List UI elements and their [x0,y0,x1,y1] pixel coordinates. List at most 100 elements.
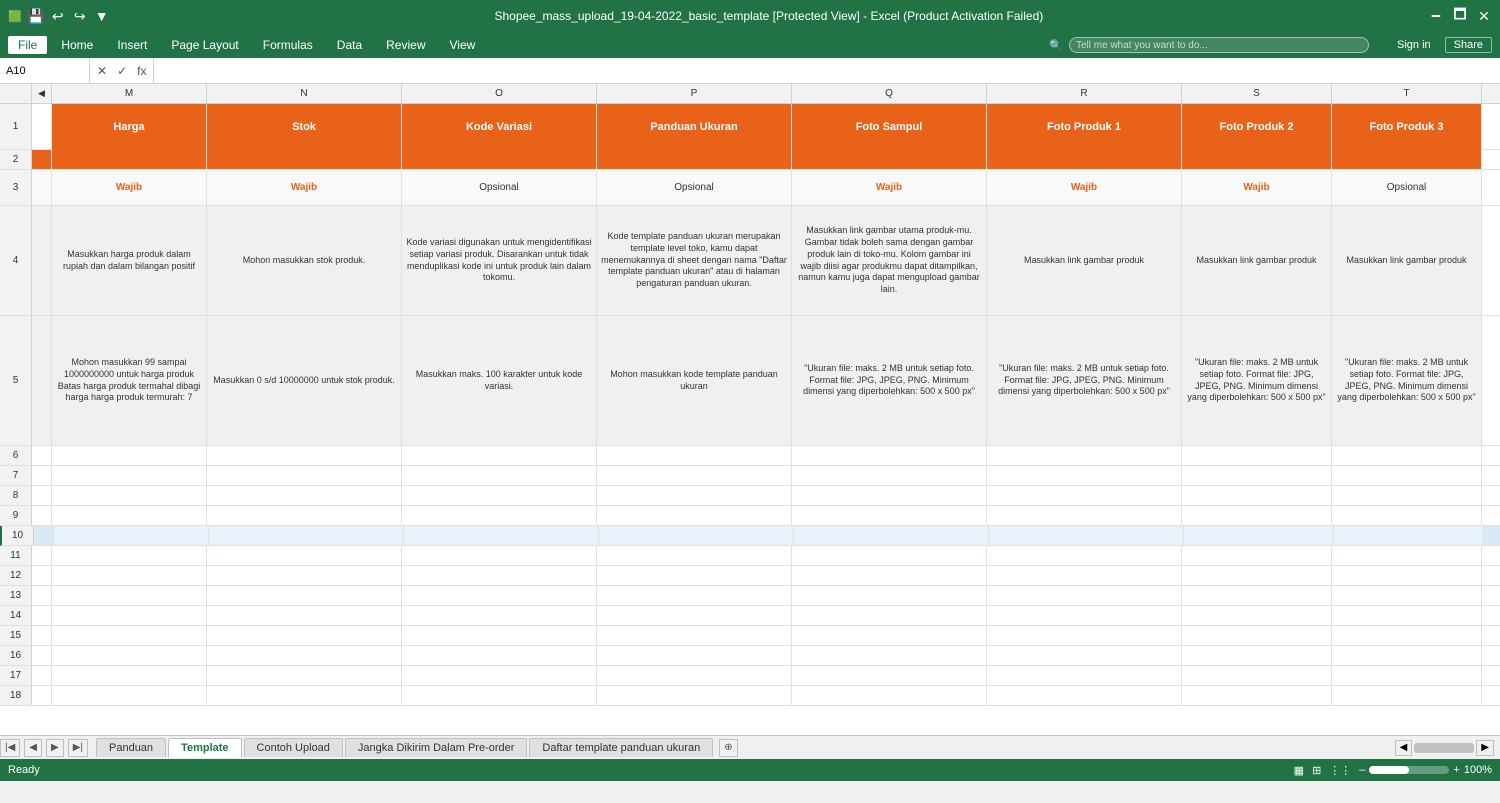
menu-page-layout[interactable]: Page Layout [161,36,248,54]
cell-q6[interactable] [792,446,987,465]
col-header-m[interactable]: M [52,84,207,103]
cell-s6[interactable] [1182,446,1332,465]
cell-s1[interactable]: Foto Produk 2 [1182,104,1332,150]
zoom-control[interactable]: – + 100% [1359,764,1492,776]
col-header-p[interactable]: P [597,84,792,103]
cell-p1[interactable]: Panduan Ukuran [597,104,792,150]
cell-p6[interactable] [597,446,792,465]
scrollbar-thumb[interactable] [1414,743,1474,753]
add-sheet-btn[interactable]: ⊕ [719,739,737,757]
menu-home[interactable]: Home [51,36,103,54]
cell-r2[interactable] [987,150,1182,169]
cell-t2[interactable] [1332,150,1482,169]
sheet-tab-template[interactable]: Template [168,738,241,758]
cell-s3[interactable]: Wajib [1182,170,1332,205]
menu-view[interactable]: View [440,36,486,54]
cell-t4[interactable]: Masukkan link gambar produk [1332,206,1482,315]
cell-n5[interactable]: Masukkan 0 s/d 10000000 untuk stok produ… [207,316,402,445]
cell-m1[interactable]: Harga [52,104,207,150]
view-layout-icon[interactable]: ⊞ [1312,764,1321,777]
cell-o1[interactable]: Kode Variasi [402,104,597,150]
cell-q1[interactable]: Foto Sampul [792,104,987,150]
menu-file[interactable]: File [8,36,47,54]
cell-s4[interactable]: Masukkan link gambar produk [1182,206,1332,315]
cell-s5[interactable]: "Ukuran file: maks. 2 MB untuk setiap fo… [1182,316,1332,445]
scroll-right-btn[interactable]: ▶ [1476,740,1494,756]
cell-m7[interactable] [52,466,207,485]
cell-n3[interactable]: Wajib [207,170,402,205]
view-normal-icon[interactable]: ▦ [1294,764,1304,777]
sheet-tab-panduan[interactable]: Panduan [96,738,166,757]
cell-t1[interactable]: Foto Produk 3 [1332,104,1482,150]
cell-o2[interactable] [402,150,597,169]
cell-p4[interactable]: Kode template panduan ukuran merupakan t… [597,206,792,315]
menu-insert[interactable]: Insert [107,36,157,54]
sheet-tab-preorder[interactable]: Jangka Dikirim Dalam Pre-order [345,738,528,757]
zoom-minus-btn[interactable]: – [1359,764,1365,776]
scroll-left-btn[interactable]: ◀ [1395,740,1413,756]
cell-q4[interactable]: Masukkan link gambar utama produk-mu. Ga… [792,206,987,315]
col-header-q[interactable]: Q [792,84,987,103]
cell-n1[interactable]: Stok [207,104,402,150]
tab-first-btn[interactable]: |◀ [0,739,20,757]
confirm-formula-btn[interactable]: ✓ [114,64,130,78]
menu-review[interactable]: Review [376,36,435,54]
cell-p2[interactable] [597,150,792,169]
cell-r3[interactable]: Wajib [987,170,1182,205]
cell-p5[interactable]: Mohon masukkan kode template panduan uku… [597,316,792,445]
col-header-r[interactable]: R [987,84,1182,103]
close-btn[interactable]: ✕ [1476,8,1492,24]
cell-q5[interactable]: "Ukuran file: maks. 2 MB untuk setiap fo… [792,316,987,445]
cell-m2[interactable] [52,150,207,169]
cell-o5[interactable]: Masukkan maks. 100 karakter untuk kode v… [402,316,597,445]
cell-q3[interactable]: Wajib [792,170,987,205]
insert-function-btn[interactable]: fx [134,64,149,78]
cell-m3[interactable]: Wajib [52,170,207,205]
cell-t3[interactable]: Opsional [1332,170,1482,205]
view-break-icon[interactable]: ⋮⋮ [1329,764,1351,777]
cell-s2[interactable] [1182,150,1332,169]
col-header-s[interactable]: S [1182,84,1332,103]
cell-n2[interactable] [207,150,402,169]
sign-in-btn[interactable]: Sign in [1397,39,1431,51]
zoom-plus-btn[interactable]: + [1453,764,1459,776]
col-header-t[interactable]: T [1332,84,1482,103]
col-header-o[interactable]: O [402,84,597,103]
cell-n6[interactable] [207,446,402,465]
sheet-tab-contoh[interactable]: Contoh Upload [244,738,343,757]
cell-q2[interactable] [792,150,987,169]
tab-last-btn[interactable]: ▶| [68,739,88,757]
minimize-btn[interactable]: 🗕 [1428,8,1444,24]
cell-r1[interactable]: Foto Produk 1 [987,104,1182,150]
sheet-tab-daftar[interactable]: Daftar template panduan ukuran [529,738,713,757]
tab-prev-btn[interactable]: ◀ [24,739,42,757]
cell-m6[interactable] [52,446,207,465]
more-btn[interactable]: ▼ [94,8,110,24]
name-box[interactable]: A10 [0,58,90,83]
cell-r6[interactable] [987,446,1182,465]
cell-t6[interactable] [1332,446,1482,465]
quick-save-btn[interactable]: 💾 [28,8,44,24]
tab-next-btn[interactable]: ▶ [46,739,64,757]
cell-p3[interactable]: Opsional [597,170,792,205]
col-header-n[interactable]: N [207,84,402,103]
cell-m4[interactable]: Masukkan harga produk dalam rupiah dan d… [52,206,207,315]
cell-m5[interactable]: Mohon masukkan 99 sampai 1000000000 untu… [52,316,207,445]
cell-o3[interactable]: Opsional [402,170,597,205]
zoom-slider[interactable] [1369,766,1449,774]
cancel-formula-btn[interactable]: ✕ [94,64,110,78]
cell-o6[interactable] [402,446,597,465]
formula-input[interactable] [154,58,1500,83]
share-btn[interactable]: Share [1445,37,1492,53]
menu-formulas[interactable]: Formulas [253,36,323,54]
cell-n4[interactable]: Mohon masukkan stok produk. [207,206,402,315]
cell-r5[interactable]: "Ukuran file: maks. 2 MB untuk setiap fo… [987,316,1182,445]
cell-o4[interactable]: Kode variasi digunakan untuk mengidentif… [402,206,597,315]
cell-t5[interactable]: "Ukuran file: maks. 2 MB untuk setiap fo… [1332,316,1482,445]
h-scrollbar[interactable]: ◀ ▶ [1395,740,1500,756]
cell-r4[interactable]: Masukkan link gambar produk [987,206,1182,315]
restore-btn[interactable]: 🗖 [1452,8,1468,24]
redo-btn[interactable]: ↪ [72,8,88,24]
menu-data[interactable]: Data [327,36,372,54]
undo-btn[interactable]: ↩ [50,8,66,24]
